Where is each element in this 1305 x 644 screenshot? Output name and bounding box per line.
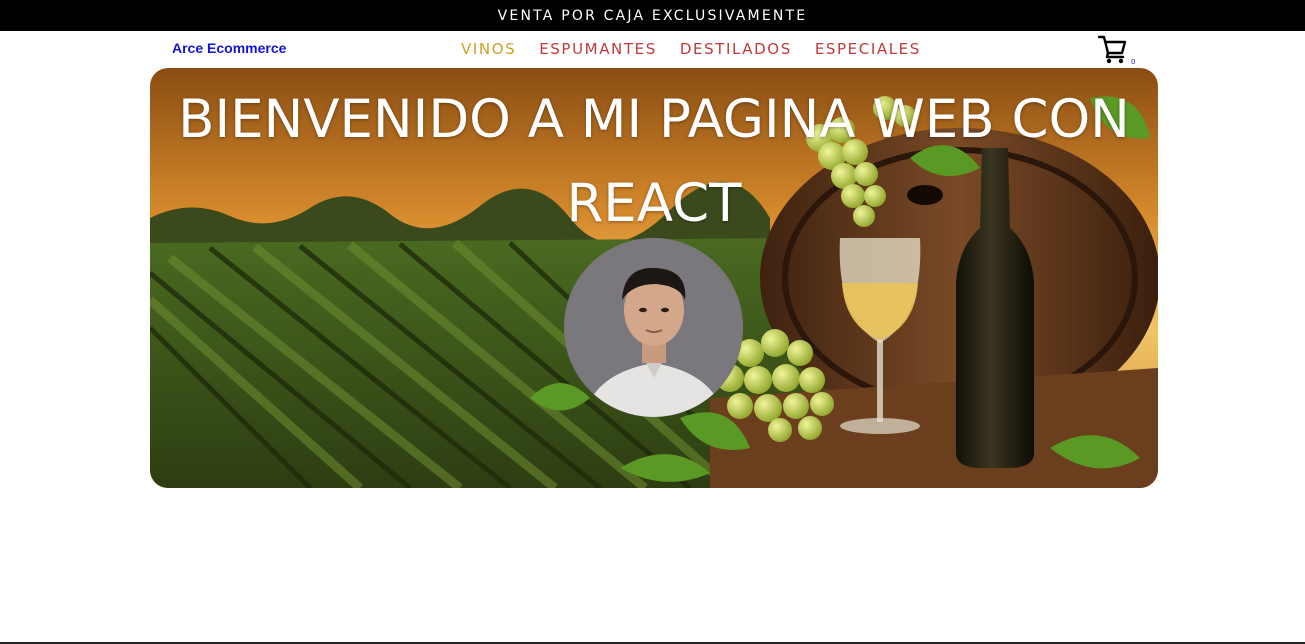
hero-title: BIENVENIDO A MI PAGINA WEB CON REACT [178,89,1130,234]
nav-links: VINOS ESPUMANTES DESTILADOS ESPECIALES [461,40,921,58]
cart-widget[interactable]: 0 [1097,33,1139,67]
profile-avatar [564,238,743,417]
hero-banner: BIENVENIDO A MI PAGINA WEB CON REACT [150,68,1158,488]
profile-photo [564,238,743,417]
cart-icon[interactable] [1097,33,1129,65]
nav-link-vinos[interactable]: VINOS [461,40,516,58]
nav-link-destilados[interactable]: DESTILADOS [680,40,792,58]
promo-text: VENTA POR CAJA EXCLUSIVAMENTE [497,7,808,24]
promo-banner: VENTA POR CAJA EXCLUSIVAMENTE [0,0,1305,31]
navbar: Arce Ecommerce VINOS ESPUMANTES DESTILAD… [0,31,1305,68]
nav-link-espumantes[interactable]: ESPUMANTES [539,40,657,58]
brand-link[interactable]: Arce Ecommerce [172,40,286,56]
nav-link-especiales[interactable]: ESPECIALES [815,40,921,58]
cart-count: 0 [1131,58,1136,66]
